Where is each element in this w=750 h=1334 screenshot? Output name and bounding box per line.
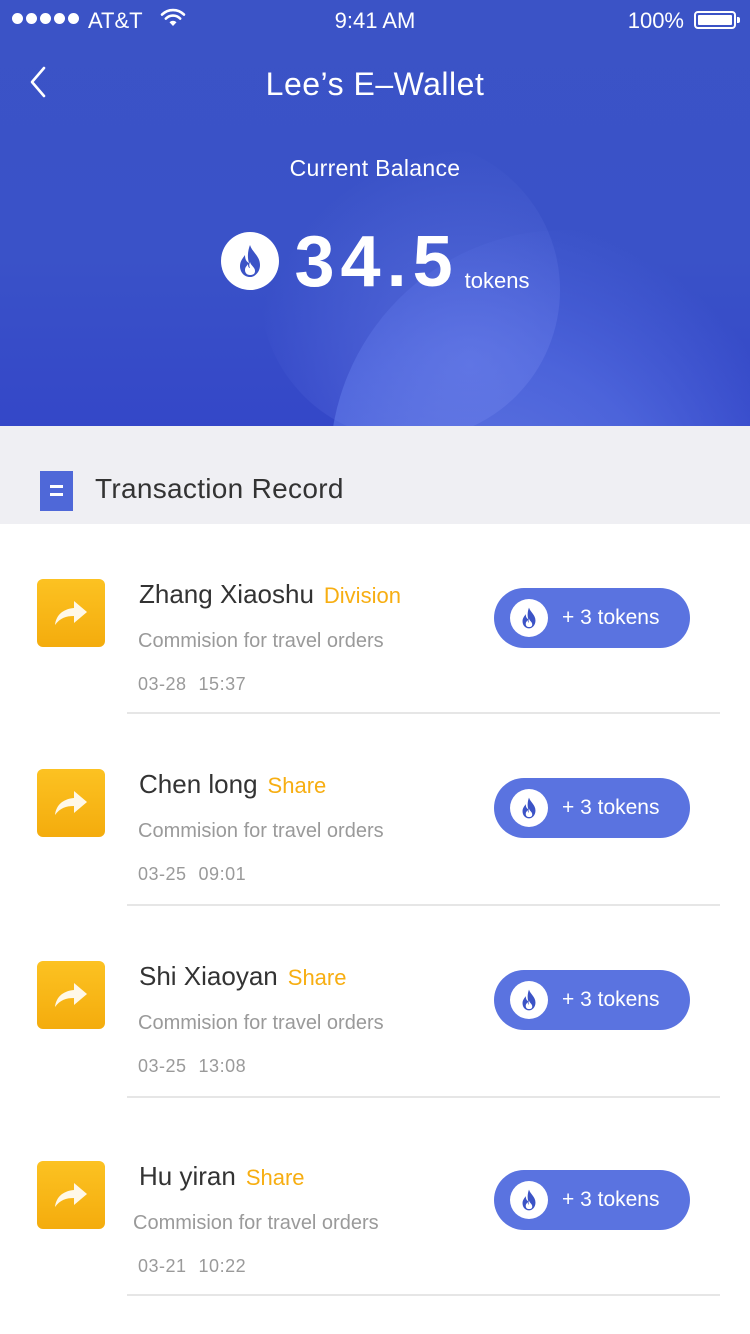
transaction-tag: Division bbox=[323, 583, 401, 608]
transaction-item[interactable]: Zhang Xiaoshu Division Commision for trav… bbox=[0, 524, 750, 714]
transaction-timestamp: 03-25 13:08 bbox=[138, 1056, 246, 1077]
transaction-description: Commision for travel orders bbox=[138, 820, 384, 842]
amount-value: + 3 tokens bbox=[562, 1188, 660, 1211]
page-title: Lee’s E–Wallet bbox=[265, 66, 485, 102]
transaction-item[interactable]: Chen long Share Commision for travel orde… bbox=[0, 714, 750, 906]
user-name: Zhang Xiaoshu bbox=[139, 579, 314, 609]
status-bar: AT&T 9:41 AM 100% bbox=[0, 0, 750, 40]
amount-value: + 3 tokens bbox=[562, 606, 660, 629]
flame-icon bbox=[510, 599, 548, 637]
transaction-description: Commision for travel orders bbox=[138, 630, 384, 652]
flame-icon bbox=[220, 232, 279, 290]
flame-icon bbox=[510, 981, 548, 1019]
flame-icon bbox=[510, 789, 548, 827]
amount-badge: + 3 tokens bbox=[494, 970, 690, 1030]
flame-icon bbox=[510, 1181, 548, 1219]
transaction-time: 09:01 bbox=[198, 864, 247, 884]
transaction-date: 03-21 bbox=[138, 1256, 187, 1276]
transaction-date: 03-25 bbox=[138, 864, 187, 884]
transaction-date: 03-28 bbox=[138, 674, 187, 694]
share-arrow-icon bbox=[37, 961, 105, 1029]
transaction-item[interactable]: Shi Xiaoyan Share Commision for travel or… bbox=[0, 906, 750, 1098]
user-name: Chen long bbox=[139, 769, 258, 799]
transaction-name: Shi Xiaoyan Share bbox=[139, 961, 346, 992]
transaction-timestamp: 03-21 10:22 bbox=[138, 1256, 246, 1277]
transaction-name: Chen long Share bbox=[139, 769, 326, 800]
document-icon bbox=[40, 471, 73, 511]
amount-badge: + 3 tokens bbox=[494, 1170, 690, 1230]
transaction-description: Commision for travel orders bbox=[138, 1012, 384, 1034]
battery-percentage: 100% bbox=[627, 8, 684, 33]
transaction-timestamp: 03-28 15:37 bbox=[138, 674, 246, 695]
transaction-name: Hu yiran Share bbox=[139, 1161, 305, 1192]
share-arrow-icon bbox=[37, 769, 105, 837]
transaction-description: Commision for travel orders bbox=[133, 1212, 379, 1234]
share-arrow-icon bbox=[37, 1161, 105, 1229]
balance-unit: tokens bbox=[464, 268, 530, 293]
transaction-name: Zhang Xiaoshu Division bbox=[139, 579, 401, 610]
amount-badge: + 3 tokens bbox=[494, 588, 690, 648]
wallet-header: AT&T 9:41 AM 100% Lee’s E–Wallet Current… bbox=[0, 0, 750, 426]
transaction-timestamp: 03-25 09:01 bbox=[138, 864, 246, 885]
transaction-tag: Share bbox=[267, 773, 327, 798]
balance-display: 34.5 tokens bbox=[0, 222, 750, 302]
user-name: Hu yiran bbox=[139, 1161, 236, 1191]
share-arrow-icon bbox=[37, 579, 105, 647]
balance-label: Current Balance bbox=[289, 155, 461, 181]
amount-badge: + 3 tokens bbox=[494, 778, 690, 838]
section-title: Transaction Record bbox=[95, 473, 344, 504]
transaction-time: 13:08 bbox=[198, 1056, 247, 1076]
user-name: Shi Xiaoyan bbox=[139, 961, 278, 991]
transaction-time: 10:22 bbox=[198, 1256, 247, 1276]
transaction-item[interactable]: Hu yiran Share Commision for travel order… bbox=[0, 1098, 750, 1296]
battery-icon bbox=[694, 11, 740, 29]
transaction-time: 15:37 bbox=[198, 674, 247, 694]
transaction-date: 03-25 bbox=[138, 1056, 187, 1076]
transaction-tag: Share bbox=[287, 965, 347, 990]
balance-amount: 34.5 bbox=[294, 222, 459, 302]
transaction-tag: Share bbox=[245, 1165, 305, 1190]
amount-value: + 3 tokens bbox=[562, 796, 660, 819]
transaction-list: Zhang Xiaoshu Division Commision for trav… bbox=[0, 524, 750, 1296]
transaction-record-header: Transaction Record bbox=[0, 426, 750, 524]
divider bbox=[127, 1294, 720, 1296]
amount-value: + 3 tokens bbox=[562, 988, 660, 1011]
